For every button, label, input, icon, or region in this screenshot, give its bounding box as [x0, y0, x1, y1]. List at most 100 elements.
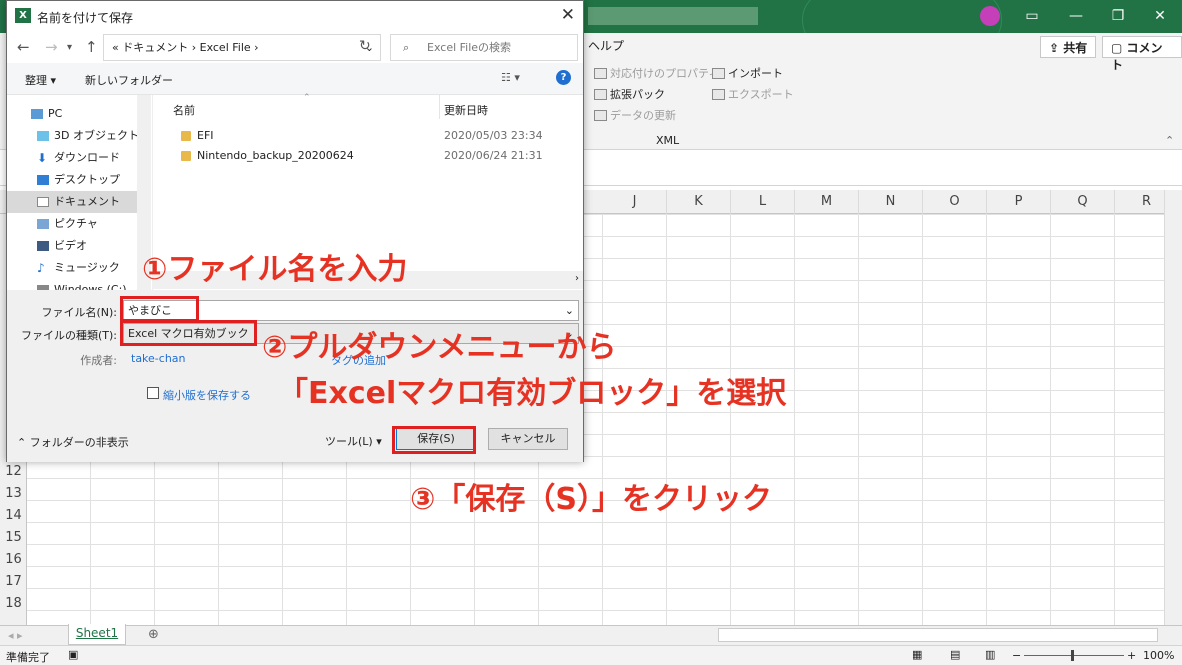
thumbnail-checkbox[interactable]	[147, 387, 159, 399]
row-header[interactable]: 16	[0, 549, 27, 571]
cancel-button[interactable]: キャンセル	[488, 428, 568, 450]
refresh-data-button[interactable]: データの更新	[594, 107, 676, 123]
row-header[interactable]: 12	[0, 461, 27, 483]
desktop-icon	[37, 175, 49, 185]
nav-item-desktop[interactable]: デスクトップ	[37, 169, 152, 191]
sheet-tab-sheet1[interactable]: Sheet1	[68, 624, 126, 645]
column-name-header[interactable]: 名前	[173, 102, 195, 118]
tools-button[interactable]: ツール(L) ▾	[325, 433, 382, 449]
row-header[interactable]: 15	[0, 527, 27, 549]
column-header[interactable]: Q	[1051, 190, 1115, 214]
normal-view-icon[interactable]: ▦	[912, 648, 922, 661]
dialog-title: 名前を付けて保存	[37, 11, 134, 25]
sort-indicator-icon: ⌃	[303, 93, 311, 103]
view-options-icon[interactable]: ☷ ▾	[501, 71, 520, 84]
nav-item-label: ダウンロード	[54, 151, 120, 164]
page-layout-icon[interactable]: ▤	[950, 648, 960, 661]
dialog-toolbar: 整理 ▾ 新しいフォルダー ☷ ▾ ?	[7, 63, 583, 95]
annotation-step2b: 「Excelマクロ有効ブロック」を選択	[278, 376, 787, 411]
tab-help[interactable]: ヘルプ	[588, 37, 624, 54]
zoom-out-icon[interactable]: −	[1012, 649, 1021, 662]
nav-item-music[interactable]: ♪ ミュージック	[37, 257, 152, 279]
column-header[interactable]: L	[731, 190, 795, 214]
title-search-bar[interactable]	[588, 7, 758, 25]
share-button[interactable]: ⇪ 共有	[1040, 36, 1097, 58]
dialog-title-bar: X 名前を付けて保存 ✕	[7, 1, 583, 31]
nav-item-label: ビデオ	[54, 239, 87, 252]
column-divider	[439, 95, 440, 119]
nav-item-videos[interactable]: ビデオ	[37, 235, 152, 257]
help-icon[interactable]: ?	[556, 70, 571, 85]
column-header[interactable]: J	[603, 190, 667, 214]
horizontal-scrollbar[interactable]	[718, 628, 1158, 642]
author-value[interactable]: take-chan	[131, 352, 186, 365]
forward-icon[interactable]: →	[45, 38, 58, 56]
nav-item-pc[interactable]: PC	[31, 103, 152, 125]
column-date-header[interactable]: 更新日時	[444, 102, 488, 118]
pc-icon	[31, 109, 43, 119]
nav-item-pictures[interactable]: ピクチャ	[37, 213, 152, 235]
thumbnail-label[interactable]: 縮小版を保存する	[163, 387, 251, 403]
nav-item-label: ミュージック	[54, 261, 120, 274]
status-text: 準備完了	[6, 651, 50, 664]
ribbon-display-icon[interactable]: ▭	[1010, 0, 1054, 33]
zoom-in-icon[interactable]: +	[1127, 649, 1136, 662]
row-header[interactable]: 14	[0, 505, 27, 527]
macro-record-icon[interactable]: ▣	[68, 648, 78, 661]
recent-locations-icon[interactable]: ▾	[67, 42, 72, 53]
share-label: 共有	[1063, 41, 1088, 55]
hide-folders-button[interactable]: ⌃ フォルダーの非表示	[17, 434, 129, 450]
nav-item-windows-c[interactable]: Windows (C:)	[37, 279, 152, 290]
row-header[interactable]: 18	[0, 593, 27, 615]
nav-item-downloads[interactable]: ⬇ ダウンロード	[37, 147, 152, 169]
expansion-packs-button[interactable]: 拡張パック	[594, 86, 665, 102]
page-break-icon[interactable]: ▥	[985, 648, 995, 661]
column-header[interactable]: M	[795, 190, 859, 214]
column-header[interactable]: P	[987, 190, 1051, 214]
comment-label: コメント	[1111, 41, 1163, 72]
export-button[interactable]: エクスポート	[712, 86, 794, 102]
scroll-right-icon[interactable]: ›	[575, 273, 579, 284]
back-icon[interactable]: ←	[17, 38, 30, 56]
nav-item-documents[interactable]: ドキュメント	[7, 191, 137, 213]
file-row[interactable]: Nintendo_backup_20200624 2020/06/24 21:3…	[153, 146, 584, 166]
address-bar[interactable]: « ドキュメント › Excel File › ⌄	[103, 34, 381, 61]
excel-app-icon: X	[15, 8, 31, 23]
videos-icon	[37, 241, 49, 251]
import-button[interactable]: インポート	[712, 65, 783, 81]
dialog-close-icon[interactable]: ✕	[561, 5, 575, 25]
column-header[interactable]: N	[859, 190, 923, 214]
search-input[interactable]: ⌕ Excel Fileの検索	[390, 34, 578, 61]
zoom-level[interactable]: 100%	[1143, 649, 1174, 662]
filename-dropdown-icon[interactable]: ⌄	[565, 301, 574, 320]
comment-button[interactable]: ▢ コメント	[1102, 36, 1182, 72]
tools-label: ツール(L)	[325, 435, 373, 448]
minimize-icon[interactable]: —	[1054, 0, 1098, 33]
sheet-tab-bar: ◂ ▸ ⊕	[0, 625, 1182, 645]
nav-item-3d-objects[interactable]: 3D オブジェクト	[37, 125, 152, 147]
row-header[interactable]: 17	[0, 571, 27, 593]
music-icon: ♪	[37, 261, 45, 275]
up-icon[interactable]: ↑	[85, 38, 98, 56]
organize-button[interactable]: 整理 ▾	[25, 72, 56, 88]
file-date: 2020/05/03 23:34	[444, 129, 543, 142]
row-header[interactable]: 13	[0, 483, 27, 505]
map-properties-icon	[594, 67, 607, 79]
map-properties-button[interactable]: 対応付けのプロパティ	[594, 65, 719, 81]
save-highlight-box	[392, 426, 476, 454]
close-icon[interactable]: ✕	[1138, 0, 1182, 33]
refresh-icon[interactable]: ↻	[359, 38, 371, 54]
scroll-tabs-icon[interactable]: ◂ ▸	[8, 629, 23, 642]
column-header[interactable]: O	[923, 190, 987, 214]
collapse-ribbon-icon[interactable]: ⌃	[1165, 134, 1174, 147]
add-sheet-icon[interactable]: ⊕	[148, 627, 159, 642]
xml-group-label: XML	[656, 134, 680, 147]
avatar[interactable]	[980, 6, 1000, 26]
new-folder-button[interactable]: 新しいフォルダー	[85, 72, 173, 88]
column-header[interactable]: K	[667, 190, 731, 214]
vertical-scrollbar[interactable]	[1164, 190, 1182, 625]
file-row[interactable]: EFI 2020/05/03 23:34	[153, 126, 584, 146]
zoom-slider-thumb[interactable]	[1071, 650, 1074, 661]
zoom-slider[interactable]	[1024, 655, 1124, 656]
maximize-icon[interactable]: ❐	[1096, 0, 1140, 33]
